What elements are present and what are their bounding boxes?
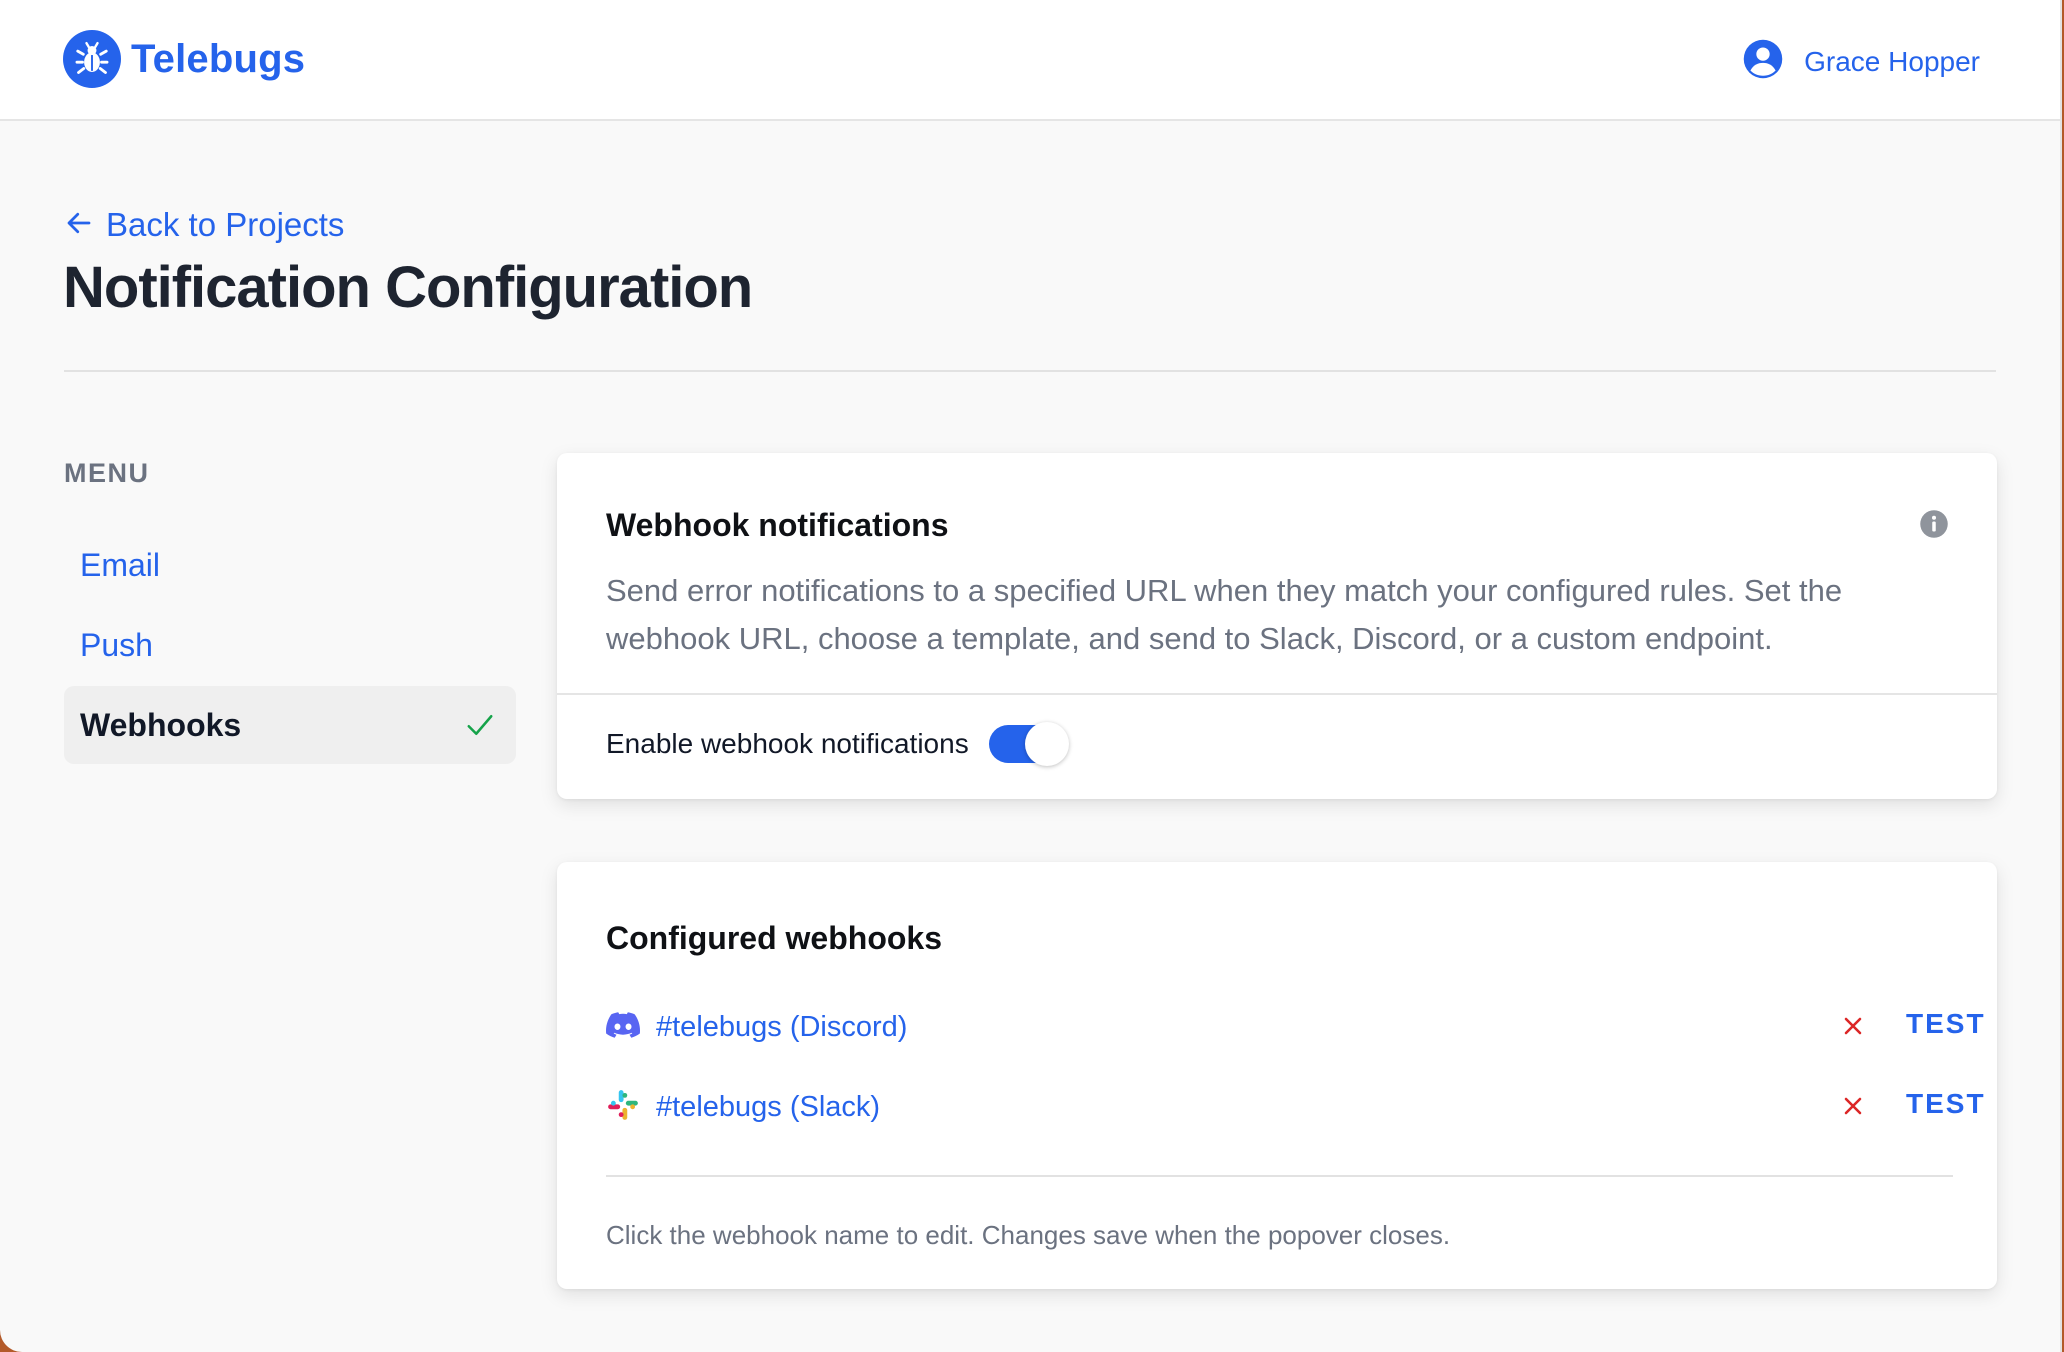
bug-icon xyxy=(63,30,121,88)
webhook-name-link[interactable]: #telebugs (Slack) xyxy=(656,1091,880,1124)
user-menu[interactable]: Grace Hopper xyxy=(1742,38,1980,85)
enable-webhook-row: Enable webhook notifications xyxy=(606,722,1069,766)
back-link-label: Back to Projects xyxy=(106,206,345,243)
sidebar-item-label: Webhooks xyxy=(80,706,242,743)
slack-icon xyxy=(606,1088,640,1127)
page: Telebugs Grace Hopper Back to Projects N… xyxy=(0,0,2062,1352)
list-item: #telebugs (Discord) TEST xyxy=(606,1002,1984,1052)
test-webhook-button[interactable]: TEST xyxy=(1906,1008,1986,1040)
card-title: Webhook notifications xyxy=(606,507,949,543)
sidebar-item-label: Email xyxy=(80,546,161,583)
toggle-knob xyxy=(1024,722,1069,766)
divider xyxy=(64,370,1996,372)
info-icon[interactable] xyxy=(1919,509,1949,544)
back-to-projects-link[interactable]: Back to Projects xyxy=(64,206,344,244)
top-header: Telebugs Grace Hopper xyxy=(0,0,2060,121)
divider xyxy=(557,693,1997,695)
enable-webhook-toggle[interactable] xyxy=(988,722,1069,766)
toggle-label: Enable webhook notifications xyxy=(606,728,969,759)
check-icon xyxy=(464,710,496,745)
configured-webhooks-card: Configured webhooks #telebugs (Discord) … xyxy=(557,862,1997,1289)
page-title: Notification Configuration xyxy=(63,255,753,320)
webhook-name-link[interactable]: #telebugs (Discord) xyxy=(656,1011,907,1044)
sidebar-item-webhooks[interactable]: Webhooks xyxy=(64,686,516,764)
close-icon[interactable] xyxy=(1841,1094,1865,1123)
user-name: Grace Hopper xyxy=(1804,45,1980,77)
sidebar-item-push[interactable]: Push xyxy=(64,606,516,684)
discord-icon xyxy=(606,1011,641,1043)
sidebar-item-label: Push xyxy=(80,626,153,663)
card-title: Configured webhooks xyxy=(606,920,942,956)
list-item: #telebugs (Slack) TEST xyxy=(606,1082,1984,1132)
app-logo[interactable]: Telebugs xyxy=(63,30,305,88)
app-name: Telebugs xyxy=(131,36,306,81)
card-description: Send error notifications to a specified … xyxy=(606,573,1843,656)
user-circle-icon xyxy=(1742,38,1784,85)
test-webhook-button[interactable]: TEST xyxy=(1906,1088,1986,1120)
edit-hint: Click the webhook name to edit. Changes … xyxy=(606,1220,1451,1250)
arrow-left-icon xyxy=(64,208,94,243)
browser-window: Telebugs Grace Hopper Back to Projects N… xyxy=(0,0,2064,1352)
webhook-notifications-card: Webhook notifications Send error notific… xyxy=(557,453,1997,799)
close-icon[interactable] xyxy=(1841,1014,1865,1043)
sidebar-item-email[interactable]: Email xyxy=(64,526,516,604)
menu-heading: MENU xyxy=(64,458,150,488)
divider xyxy=(606,1175,1953,1177)
